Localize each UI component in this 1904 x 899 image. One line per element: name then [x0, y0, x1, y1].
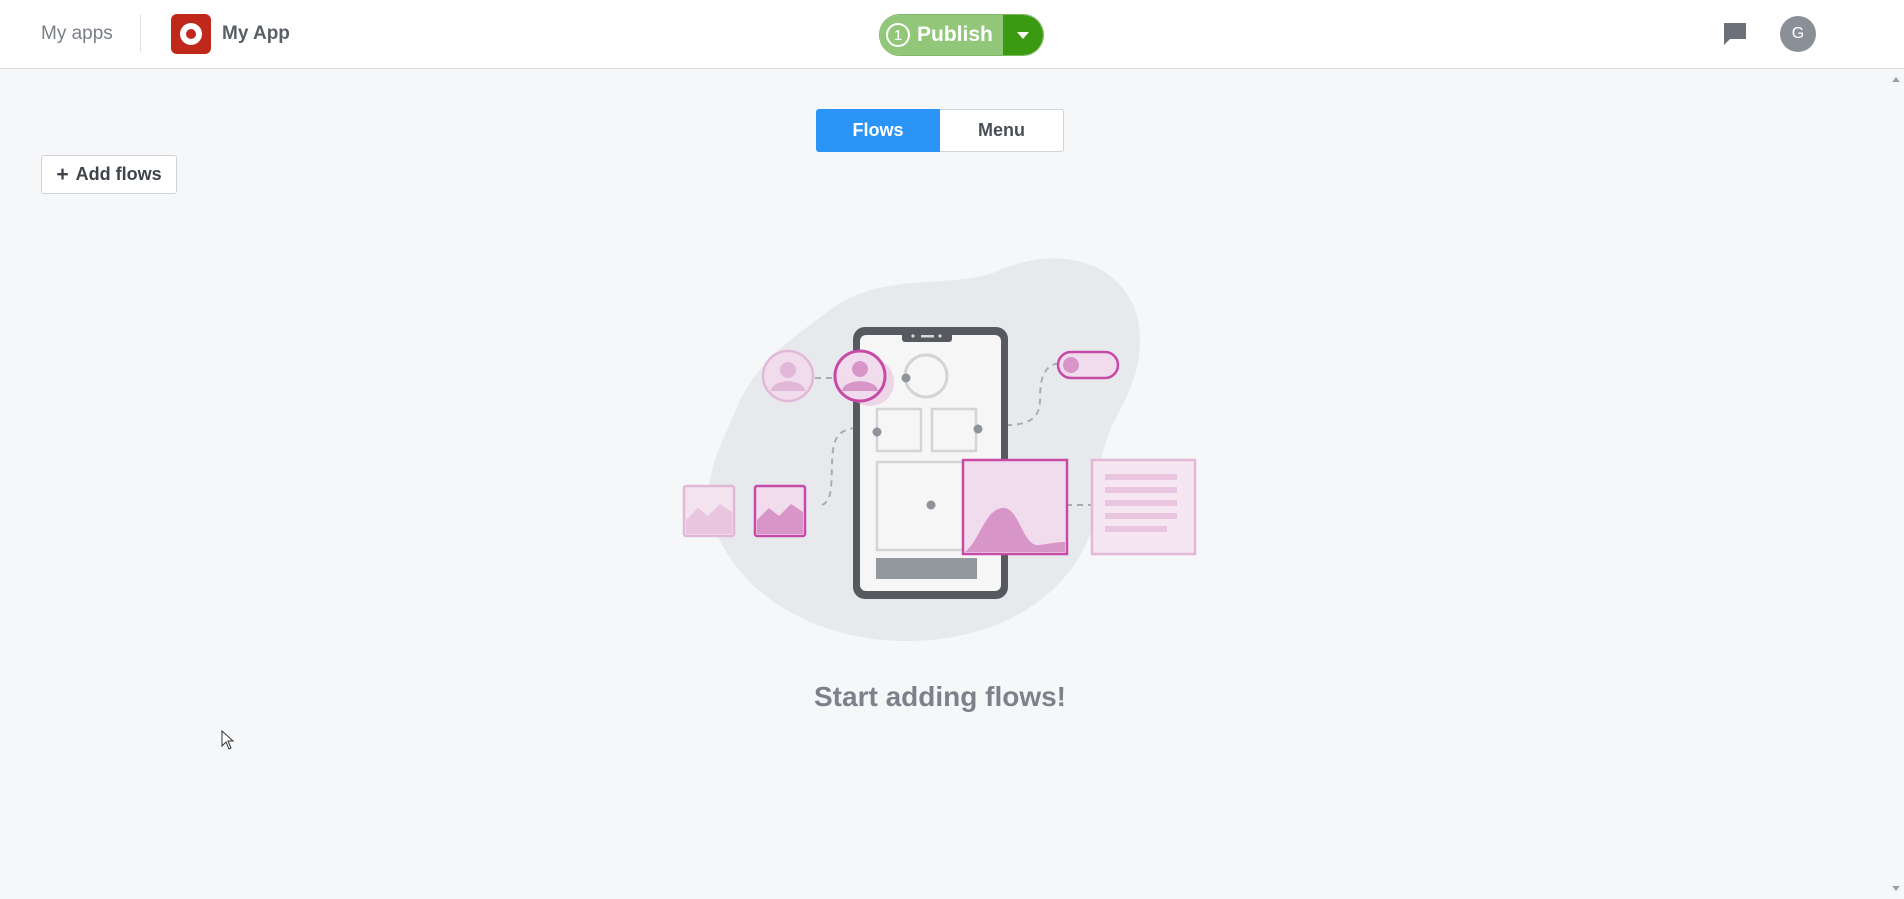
view-switcher: Flows Menu — [816, 109, 1064, 152]
plus-icon: + — [56, 163, 69, 186]
scroll-up-arrow-icon[interactable] — [1892, 77, 1900, 82]
tab-menu[interactable]: Menu — [940, 109, 1064, 152]
publish-count-badge: 1 — [886, 23, 910, 47]
top-bar: My apps My App 1 Publish G — [0, 0, 1904, 69]
chat-icon[interactable] — [1721, 20, 1749, 48]
tab-flows[interactable]: Flows — [816, 109, 940, 152]
scroll-down-arrow-icon[interactable] — [1892, 886, 1900, 891]
divider — [140, 14, 141, 52]
empty-state-illustration — [682, 258, 1197, 642]
caret-down-icon — [1016, 31, 1029, 39]
app-logo-icon[interactable] — [171, 14, 211, 54]
publish-split-button: 1 Publish — [879, 14, 1044, 56]
avatar[interactable]: G — [1780, 16, 1816, 52]
app-name[interactable]: My App — [222, 23, 290, 45]
publish-label: Publish — [917, 23, 993, 46]
add-flows-label: Add flows — [75, 164, 162, 184]
empty-state-title: Start adding flows! — [814, 681, 1066, 712]
mouse-pointer-icon — [221, 730, 235, 750]
add-flows-button[interactable]: + Add flows — [41, 155, 177, 194]
scrollbar[interactable] — [1888, 69, 1904, 899]
publish-dropdown-button[interactable] — [1002, 15, 1043, 55]
publish-button[interactable]: 1 Publish — [880, 15, 1003, 55]
my-apps-link[interactable]: My apps — [41, 23, 113, 45]
